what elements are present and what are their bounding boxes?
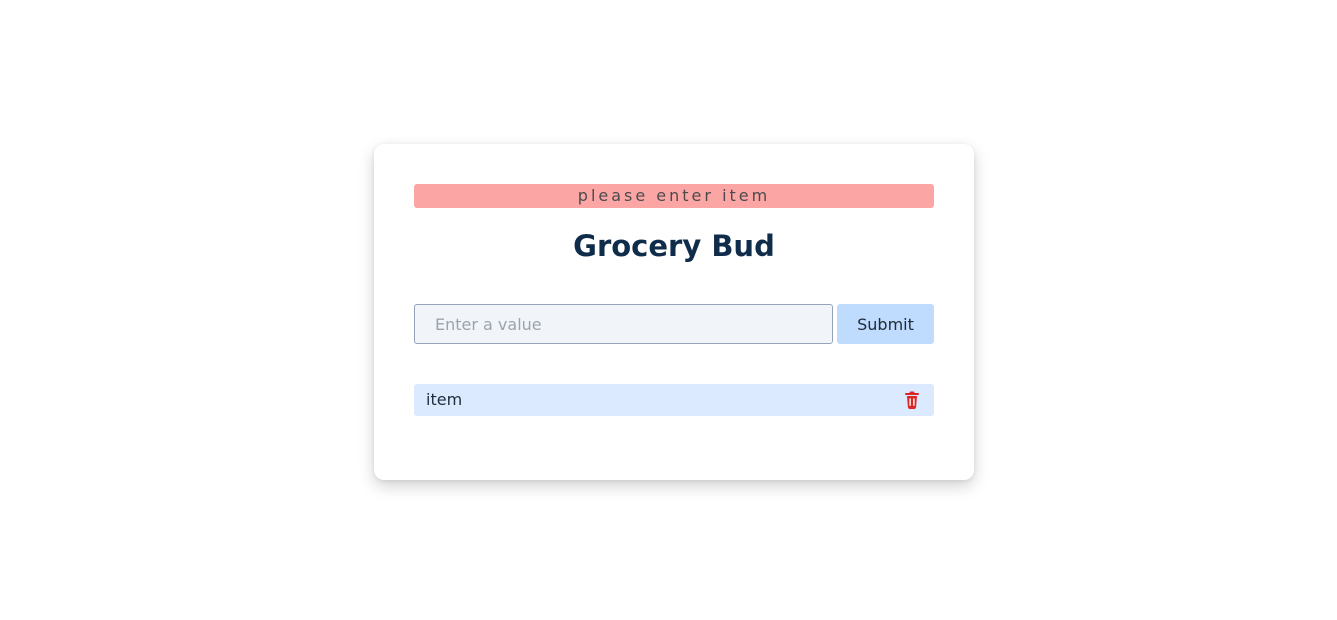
item-input[interactable] <box>414 304 833 344</box>
delete-item-button[interactable] <box>902 390 922 410</box>
item-list: item <box>414 384 934 416</box>
trash-icon <box>902 390 922 410</box>
page-title: Grocery Bud <box>573 229 775 263</box>
alert-banner: please enter item <box>414 184 934 208</box>
submit-button[interactable]: Submit <box>837 304 934 344</box>
grocery-card: please enter item Grocery Bud Submit ite… <box>374 144 974 480</box>
item-label: item <box>426 390 463 409</box>
add-item-form: Submit <box>414 304 934 344</box>
list-item: item <box>414 384 934 416</box>
